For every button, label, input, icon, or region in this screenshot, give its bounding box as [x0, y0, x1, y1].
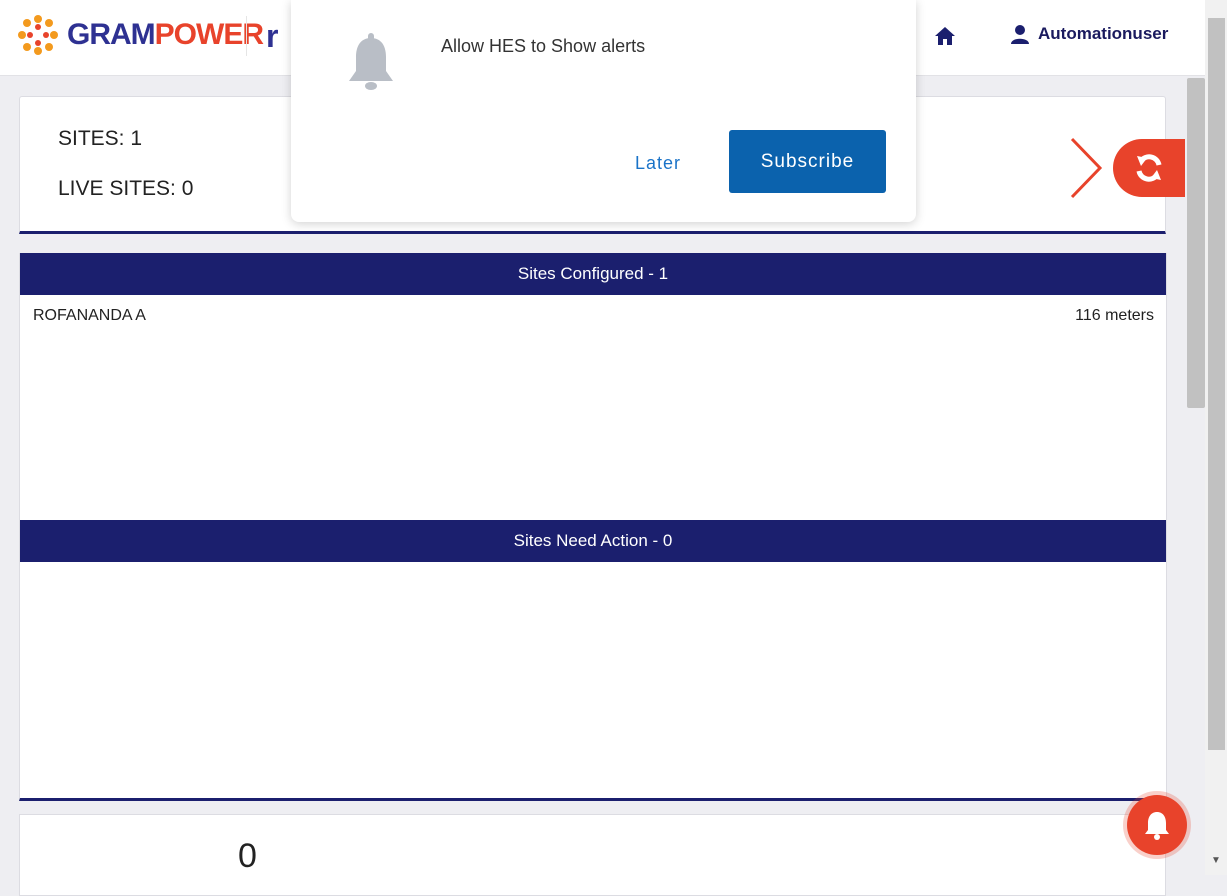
stats-card: 0	[19, 814, 1166, 896]
user-menu[interactable]: Automationuser	[1010, 24, 1168, 44]
popup-message: Allow HES to Show alerts	[441, 36, 646, 56]
stat-value: 0	[238, 837, 257, 875]
subscribe-button[interactable]: Subscribe	[729, 130, 886, 193]
sites-need-action-panel: Sites Need Action - 0	[19, 520, 1167, 801]
notification-permission-popup: Allow HES to Show alerts Later Subscribe	[291, 0, 916, 222]
scroll-down-arrow-icon[interactable]: ▼	[1209, 855, 1223, 869]
logo-wordmark: GRAMPOWER	[67, 18, 264, 52]
home-button[interactable]	[933, 24, 957, 48]
sun-logo-icon	[18, 15, 58, 55]
logo-divider	[246, 16, 247, 56]
refresh-button[interactable]	[1113, 139, 1185, 197]
grampower-logo[interactable]: GRAMPOWER	[17, 13, 264, 57]
secondary-logo: r	[266, 18, 279, 54]
user-name: Automationuser	[1038, 24, 1169, 43]
notification-bell-button[interactable]	[1127, 795, 1187, 855]
site-row[interactable]: ROFANANDA A 116 meters	[20, 295, 1166, 337]
home-icon	[935, 27, 955, 45]
live-sites-count: LIVE SITES: 0	[58, 177, 194, 200]
sites-configured-panel: Sites Configured - 1 ROFANANDA A 116 met…	[19, 253, 1167, 520]
chevron-right-icon[interactable]	[1068, 137, 1104, 199]
user-icon	[1011, 25, 1029, 44]
sites-configured-header: Sites Configured - 1	[20, 253, 1166, 295]
bell-icon	[349, 33, 393, 90]
refresh-icon	[1136, 154, 1162, 182]
sites-need-action-header: Sites Need Action - 0	[20, 520, 1166, 562]
content-scrollbar-thumb[interactable]	[1187, 78, 1205, 408]
sites-count: SITES: 1	[58, 127, 143, 150]
later-button[interactable]: Later	[621, 150, 695, 176]
site-meter-count: 116 meters	[1075, 307, 1154, 324]
logo-gram-text: GRAM	[67, 18, 156, 51]
site-name: ROFANANDA A	[33, 307, 146, 324]
page-scrollbar-thumb[interactable]	[1208, 18, 1225, 750]
bell-icon	[1145, 812, 1169, 840]
